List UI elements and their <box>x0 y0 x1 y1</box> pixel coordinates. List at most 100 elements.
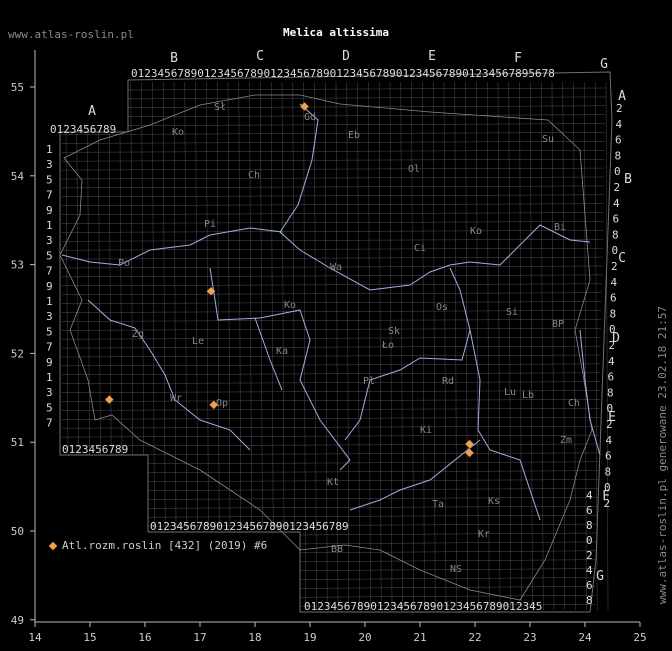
grid-line-vertical <box>432 81 436 611</box>
grid-line-vertical <box>270 81 274 531</box>
grid-line-horizontal <box>61 212 604 215</box>
grid-line-vertical <box>540 81 544 611</box>
grid-letter-top: F <box>514 51 522 66</box>
region-code: Rd <box>442 376 454 387</box>
grid-digit-left: 1 <box>46 371 53 384</box>
region-code: Wr <box>170 393 182 404</box>
grid-line-horizontal <box>147 461 599 465</box>
grid-digit-right-lower: 8 <box>586 594 593 607</box>
grid-line-vertical <box>260 81 263 531</box>
locality-marker <box>465 439 474 449</box>
region-code: Ta <box>432 499 444 510</box>
grid-digit-row: 012345678901234567890123456789012345 <box>304 600 542 613</box>
region-code: Ko <box>470 226 482 237</box>
grid-line-horizontal <box>61 247 603 251</box>
region-code: Kr <box>478 529 490 540</box>
grid-line-horizontal <box>61 132 606 135</box>
grid-line-vertical <box>530 81 533 611</box>
grid-line-horizontal <box>61 158 605 162</box>
grid-digit-right: 6 <box>605 450 612 463</box>
grid-line-horizontal <box>299 595 596 598</box>
grid-line-vertical <box>422 81 425 611</box>
grid-digit-left: 9 <box>46 356 53 369</box>
grid-line-horizontal <box>61 452 599 456</box>
grid-line-horizontal <box>299 559 597 562</box>
grid-line-vertical <box>206 81 209 531</box>
grid-digit-right: 6 <box>610 292 617 305</box>
legend-label: Atl.rozm.roslin [432] (2019) #6 <box>62 539 268 552</box>
grid-digit-left: 7 <box>46 341 53 354</box>
region-code: Ch <box>568 398 580 409</box>
grid-line-horizontal <box>299 577 597 580</box>
x-tick-label: 18 <box>248 631 261 644</box>
grid-line-horizontal <box>61 194 604 198</box>
river-line <box>579 329 601 456</box>
grid-line-horizontal <box>61 176 605 180</box>
grid-line-vertical <box>411 81 414 611</box>
region-code: Pi <box>204 219 216 230</box>
grid-line-vertical <box>368 81 371 611</box>
grid-digit-right: 0 <box>607 402 614 415</box>
grid-line-horizontal <box>127 114 606 117</box>
grid-letter-right: C <box>618 251 626 266</box>
grid-line-horizontal <box>127 96 606 100</box>
grid-digit-row: 0123456789 <box>50 123 116 136</box>
grid-digit-row: 0123456789012345678901234567890123456789… <box>131 67 555 80</box>
grid-digit-right: 8 <box>615 149 622 162</box>
region-code: Ch <box>248 170 260 181</box>
region-code: Ks <box>488 496 500 507</box>
region-code: Bi <box>554 222 566 233</box>
region-code: Zg <box>132 329 144 340</box>
grid-line-horizontal <box>61 390 600 393</box>
river-line <box>61 227 283 266</box>
grid-digit-right: 8 <box>610 307 617 320</box>
grid-digit-right-lower: 2 <box>586 549 593 562</box>
y-tick-label: 51 <box>11 436 24 449</box>
grid-digit-right-lower: 0 <box>586 534 593 547</box>
legend-marker-icon <box>48 541 58 550</box>
region-code: Sł <box>214 102 226 113</box>
grid-line-vertical <box>519 81 522 611</box>
region-code: Wa <box>330 262 342 273</box>
grid-letter-right: B <box>624 172 632 187</box>
grid-digit-right: 4 <box>608 355 615 368</box>
grid-digit-left: 5 <box>46 325 53 338</box>
x-tick-label: 25 <box>633 631 646 644</box>
grid-digit-right: 8 <box>605 465 612 478</box>
grid-digit-left: 5 <box>46 173 53 186</box>
grid-line-horizontal <box>61 167 605 171</box>
y-tick-label: 54 <box>11 170 25 183</box>
grid-digit-right: 2 <box>609 339 616 352</box>
region-code: Ko <box>284 300 296 311</box>
grid-line-horizontal <box>61 141 605 144</box>
region-code: Os <box>436 302 448 313</box>
grid-line-horizontal <box>61 425 600 429</box>
grid-digit-right: 6 <box>615 134 622 147</box>
x-tick-label: 23 <box>523 631 536 644</box>
region-code: Op <box>216 398 228 409</box>
x-tick-label: 16 <box>138 631 151 644</box>
grid-digit-row: 0123456789 <box>62 443 128 456</box>
grid-digit-right: 6 <box>613 213 620 226</box>
grid-line-horizontal <box>61 408 600 411</box>
grid-line-horizontal <box>61 354 601 358</box>
grid-letter-top: A <box>88 104 96 119</box>
grid-digit-left: 1 <box>46 143 53 156</box>
region-code: BP <box>552 319 564 330</box>
grid-digit-right: 8 <box>607 386 614 399</box>
grid-line-vertical <box>249 81 252 531</box>
grid-line-horizontal <box>61 221 604 224</box>
grid-line-horizontal <box>61 239 604 242</box>
grid-line-vertical <box>454 81 458 611</box>
grid-digit-right: 8 <box>612 228 619 241</box>
grid-line-vertical <box>238 81 242 531</box>
grid-digit-right: 4 <box>611 276 618 289</box>
region-code: BB <box>331 544 343 555</box>
grid-line-horizontal <box>147 470 599 473</box>
grid-digit-right: 2 <box>606 418 613 431</box>
grid-digit-right-lower: 6 <box>586 504 593 517</box>
grid-digit-right: 6 <box>608 371 615 384</box>
grid-letter-right: G <box>596 569 604 584</box>
locality-marker <box>300 102 309 111</box>
grid-digit-right: 4 <box>616 118 623 131</box>
